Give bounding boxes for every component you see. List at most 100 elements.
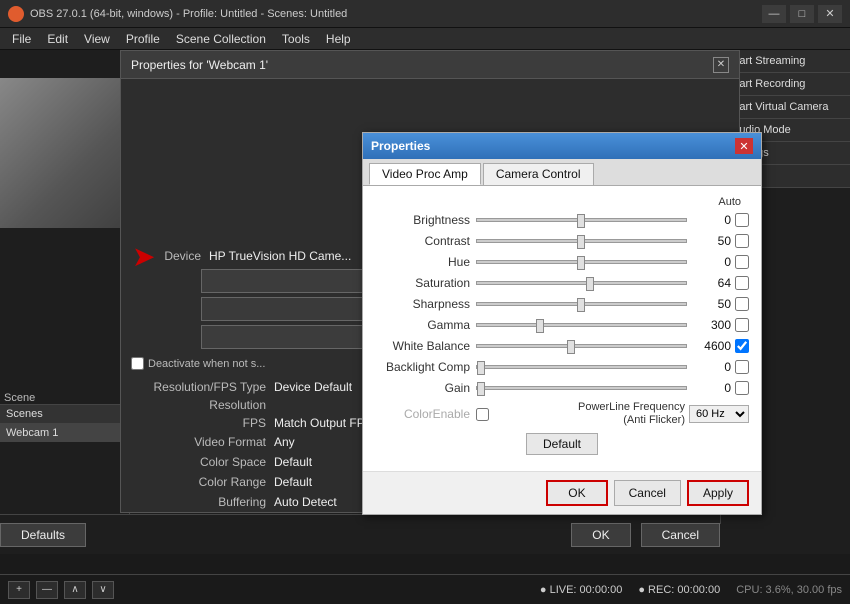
deactivate-checkbox[interactable] <box>131 357 144 370</box>
brightness-label: Brightness <box>375 213 470 227</box>
deactivate-checkbox-label: Deactivate when not s... <box>148 358 265 370</box>
saturation-slider-thumb[interactable] <box>586 277 594 291</box>
saturation-auto-checkbox[interactable] <box>735 276 749 290</box>
start-streaming-button[interactable]: Start Streaming <box>721 50 850 73</box>
backlight-comp-value: 0 <box>693 360 731 374</box>
sharpness-auto-checkbox[interactable] <box>735 297 749 311</box>
gamma-label: Gamma <box>375 318 470 332</box>
properties-cancel-button[interactable]: Cancel <box>614 480 681 506</box>
resolution-label: Resolution <box>121 398 266 412</box>
gain-slider-track <box>476 386 687 390</box>
rec-status: ● REC: 00:00:00 <box>638 584 720 596</box>
start-virtual-camera-button[interactable]: Start Virtual Camera <box>721 96 850 119</box>
default-button-row: Default <box>375 433 749 455</box>
white-balance-value: 4600 <box>693 339 731 353</box>
backlight-comp-row: Backlight Comp 0 <box>375 359 749 375</box>
sharpness-label: Sharpness <box>375 297 470 311</box>
properties-apply-button[interactable]: Apply <box>687 480 749 506</box>
color-enable-label: ColorEnable <box>375 407 470 421</box>
sharpness-slider-track <box>476 302 687 306</box>
title-bar: OBS 27.0.1 (64-bit, windows) - Profile: … <box>0 0 850 28</box>
gamma-slider-track <box>476 323 687 327</box>
tab-camera-control[interactable]: Camera Control <box>483 163 594 185</box>
properties-modal-tabs: Video Proc Amp Camera Control <box>363 159 761 186</box>
backlight-comp-auto-checkbox[interactable] <box>735 360 749 374</box>
menu-scene-collection[interactable]: Scene Collection <box>168 30 274 48</box>
close-button[interactable]: ✕ <box>818 5 842 23</box>
start-recording-button[interactable]: Start Recording <box>721 73 850 96</box>
resolution-fps-type-label: Resolution/FPS Type <box>121 380 266 394</box>
webcam-dialog-title-text: Properties for 'Webcam 1' <box>131 58 268 72</box>
white-balance-slider-container <box>476 338 687 354</box>
sharpness-value: 50 <box>693 297 731 311</box>
gain-slider-thumb[interactable] <box>477 382 485 396</box>
sharpness-slider-thumb[interactable] <box>577 298 585 312</box>
backlight-comp-slider-track <box>476 365 687 369</box>
white-balance-auto-checkbox[interactable] <box>735 339 749 353</box>
hue-value: 0 <box>693 255 731 269</box>
defaults-button[interactable]: Defaults <box>0 523 86 547</box>
properties-modal-close[interactable]: ✕ <box>735 138 753 154</box>
menu-edit[interactable]: Edit <box>39 30 76 48</box>
scenes-panel-header: Scenes <box>0 405 129 424</box>
tab-video-proc-amp[interactable]: Video Proc Amp <box>369 163 481 185</box>
cpu-status: CPU: 3.6%, 30.00 fps <box>736 584 842 596</box>
properties-ok-button[interactable]: OK <box>546 480 607 506</box>
hue-label: Hue <box>375 255 470 269</box>
gain-auto-checkbox[interactable] <box>735 381 749 395</box>
menu-tools[interactable]: Tools <box>274 30 318 48</box>
menu-help[interactable]: Help <box>318 30 359 48</box>
menu-profile[interactable]: Profile <box>118 30 168 48</box>
brightness-value: 0 <box>693 213 731 227</box>
saturation-value: 64 <box>693 276 731 290</box>
default-button[interactable]: Default <box>526 433 598 455</box>
scene-item-webcam1[interactable]: Webcam 1 <box>0 424 129 442</box>
down-button[interactable]: ∨ <box>92 581 114 599</box>
up-button[interactable]: ∧ <box>64 581 86 599</box>
contrast-slider-container <box>476 233 687 249</box>
sharpness-row: Sharpness 50 <box>375 296 749 312</box>
menu-view[interactable]: View <box>76 30 118 48</box>
gain-slider-container <box>476 380 687 396</box>
title-bar-text: OBS 27.0.1 (64-bit, windows) - Profile: … <box>30 8 762 20</box>
remove-button[interactable]: — <box>36 581 58 599</box>
brightness-slider-container <box>476 212 687 228</box>
menu-file[interactable]: File <box>4 30 39 48</box>
contrast-row: Contrast 50 <box>375 233 749 249</box>
dialog-ok-button[interactable]: OK <box>571 523 630 547</box>
saturation-slider-track <box>476 281 687 285</box>
brightness-auto-checkbox[interactable] <box>735 213 749 227</box>
white-balance-slider-track <box>476 344 687 348</box>
dialog-cancel-button[interactable]: Cancel <box>641 523 720 547</box>
status-controls: + — ∧ ∨ <box>8 581 114 599</box>
add-button[interactable]: + <box>8 581 30 599</box>
contrast-slider-thumb[interactable] <box>577 235 585 249</box>
scene-label: Scene <box>4 392 35 404</box>
contrast-auto-checkbox[interactable] <box>735 234 749 248</box>
backlight-comp-slider-thumb[interactable] <box>477 361 485 375</box>
minimize-button[interactable]: — <box>762 5 786 23</box>
powerline-select[interactable]: 60 Hz 50 Hz <box>689 405 749 423</box>
gain-value: 0 <box>693 381 731 395</box>
color-enable-checkbox[interactable] <box>476 408 489 421</box>
gamma-value: 300 <box>693 318 731 332</box>
gamma-row: Gamma 300 <box>375 317 749 333</box>
hue-auto-checkbox[interactable] <box>735 255 749 269</box>
hue-slider-thumb[interactable] <box>577 256 585 270</box>
device-value: HP TrueVision HD Came... <box>209 249 351 263</box>
white-balance-slider-thumb[interactable] <box>567 340 575 354</box>
backlight-comp-label: Backlight Comp <box>375 360 470 374</box>
maximize-button[interactable]: □ <box>790 5 814 23</box>
gamma-slider-container <box>476 317 687 333</box>
gamma-slider-thumb[interactable] <box>536 319 544 333</box>
status-bar: + — ∧ ∨ ● LIVE: 00:00:00 ● REC: 00:00:00… <box>0 574 850 604</box>
video-format-label: Video Format <box>121 435 266 449</box>
color-space-label: Color Space <box>121 455 266 469</box>
gamma-auto-checkbox[interactable] <box>735 318 749 332</box>
powerline-label: PowerLine Frequency (Anti Flicker) <box>497 401 689 427</box>
hue-slider-container <box>476 254 687 270</box>
obs-icon <box>8 6 24 22</box>
brightness-slider-thumb[interactable] <box>577 214 585 228</box>
webcam-dialog-title-bar: Properties for 'Webcam 1' ✕ <box>121 51 739 79</box>
webcam-dialog-close[interactable]: ✕ <box>713 57 729 73</box>
